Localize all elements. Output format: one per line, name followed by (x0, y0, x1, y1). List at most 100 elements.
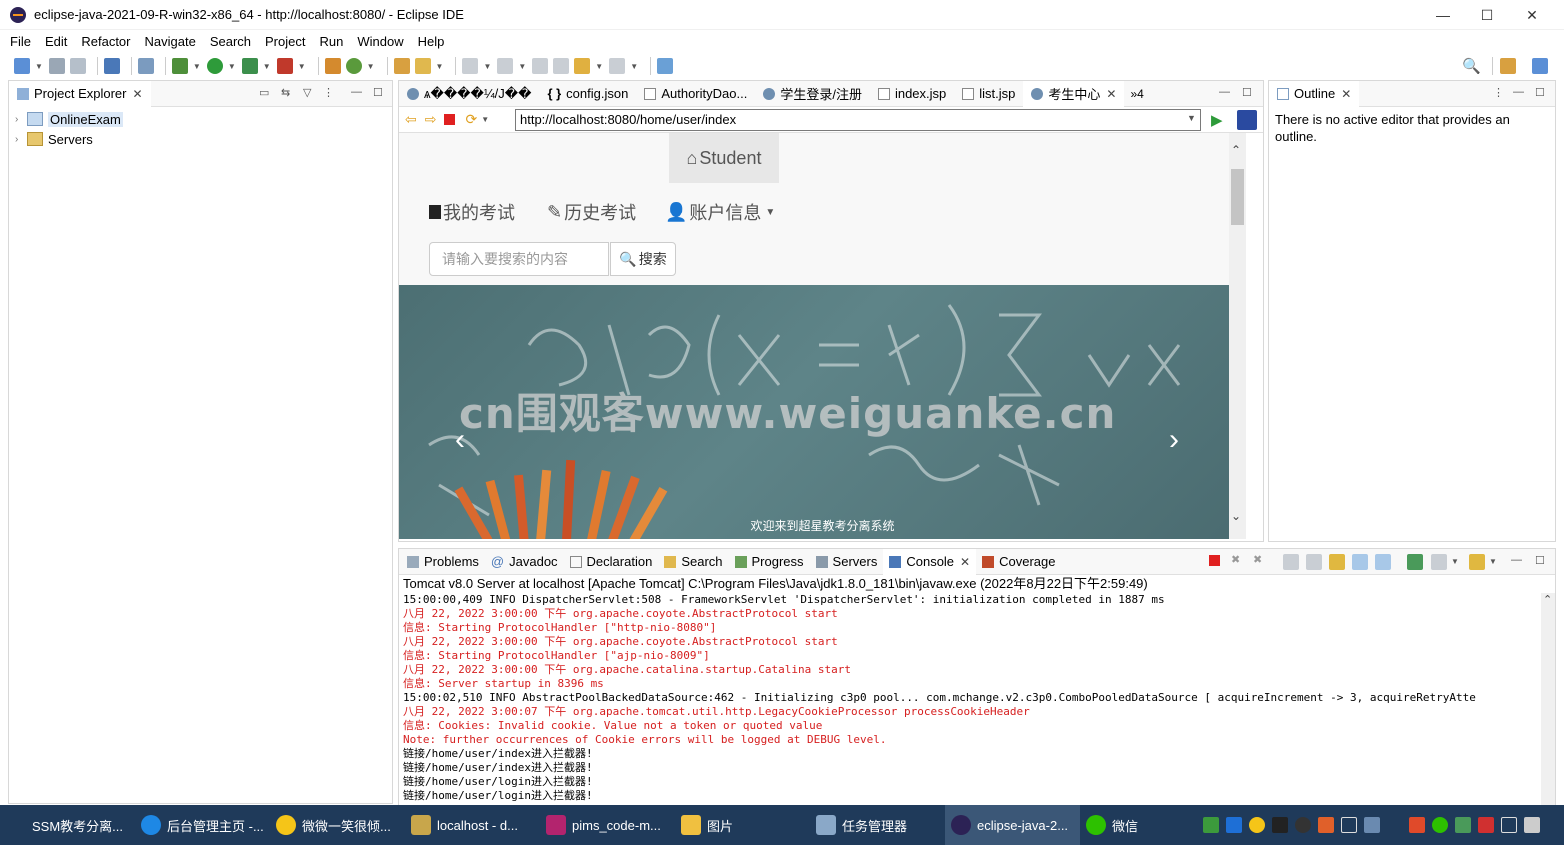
tray-icon[interactable] (1203, 817, 1219, 833)
page-scrollbar[interactable]: ⌃ ⌄ (1229, 133, 1246, 539)
back-dropdown-icon[interactable]: ▼ (595, 62, 603, 71)
menu-navigate[interactable]: Navigate (145, 34, 196, 49)
view-menu-icon[interactable]: ⋮ (323, 86, 334, 99)
next-annotation-dropdown-icon[interactable]: ▼ (483, 62, 491, 71)
remove-launch-icon[interactable]: ✖ (1231, 553, 1240, 566)
taskbar-item[interactable]: 微信 (1080, 805, 1215, 845)
open-external-browser-icon[interactable] (1237, 110, 1257, 130)
external-tools-icon[interactable] (276, 58, 293, 74)
save-all-icon[interactable] (69, 58, 86, 74)
external-tools-dropdown-icon[interactable]: ▼ (298, 62, 306, 71)
close-button[interactable]: ✕ (1509, 0, 1555, 30)
network-icon[interactable] (1364, 817, 1380, 833)
terminal-icon[interactable] (103, 58, 120, 74)
taskbar-item-active[interactable]: eclipse-java-2... (945, 805, 1080, 845)
editor-tab[interactable]: list.jsp (954, 81, 1023, 107)
search-tool-icon[interactable] (414, 58, 431, 74)
forward-edit-icon[interactable] (553, 58, 570, 74)
editor-tab[interactable]: index.jsp (870, 81, 954, 107)
taskbar-item[interactable]: 后台管理主页 -... (135, 805, 270, 845)
taskbar-item[interactable]: 图片 (675, 805, 810, 845)
shield-icon[interactable] (1455, 817, 1471, 833)
console-scrollbar[interactable]: ⌃ (1541, 593, 1555, 805)
maximize-view-icon[interactable]: ☐ (1535, 86, 1545, 99)
minimize-view-icon[interactable]: — (1511, 554, 1522, 566)
taskbar-item[interactable]: 微微一笑很倾... (270, 805, 405, 845)
prev-annotation-dropdown-icon[interactable]: ▼ (518, 62, 526, 71)
refresh-icon[interactable]: ⟳ (465, 111, 477, 128)
open-type-icon[interactable] (393, 58, 410, 74)
tab-javadoc[interactable]: @ Javadoc (485, 549, 564, 575)
menu-project[interactable]: Project (265, 34, 305, 49)
menu-run[interactable]: Run (319, 34, 343, 49)
editor-tab-active[interactable]: 考生中心 ✕ (1023, 80, 1125, 107)
battery-icon[interactable] (1501, 817, 1517, 833)
wechat-tray-icon[interactable] (1432, 817, 1448, 833)
menu-window[interactable]: Window (357, 34, 403, 49)
pin-editor-icon[interactable] (657, 58, 674, 74)
display-console-icon[interactable] (1431, 554, 1447, 570)
show-stdout-icon[interactable] (1352, 554, 1368, 570)
tab-progress[interactable]: Progress (729, 549, 810, 575)
tray-icon[interactable] (1272, 817, 1288, 833)
editor-tab[interactable]: AuthorityDao... (636, 81, 755, 107)
display-console-dropdown-icon[interactable]: ▼ (1451, 557, 1459, 566)
stop-icon[interactable] (444, 114, 456, 125)
remove-all-icon[interactable]: ✖ (1253, 553, 1262, 566)
terminate-icon[interactable] (1209, 555, 1220, 566)
taskbar-item[interactable]: 任务管理器 (810, 805, 945, 845)
open-perspective-icon[interactable] (1500, 58, 1516, 74)
search-input[interactable]: 请输入要搜索的内容 (429, 242, 609, 276)
tree-item-servers[interactable]: › Servers (9, 129, 392, 149)
run-icon[interactable] (206, 58, 223, 74)
refresh-dropdown-icon[interactable]: ▼ (481, 115, 489, 124)
tray-icon[interactable] (1478, 817, 1494, 833)
debug-icon[interactable] (171, 58, 188, 74)
nav-exam-history[interactable]: ✎ 历史考试 (547, 199, 636, 225)
maximize-view-icon[interactable]: ☐ (373, 86, 383, 99)
new-class-icon[interactable] (345, 58, 362, 74)
url-input[interactable]: http://localhost:8080/home/user/index (515, 109, 1201, 131)
url-dropdown-icon[interactable]: ▼ (1187, 113, 1196, 123)
menu-search[interactable]: Search (210, 34, 251, 49)
coverage-icon[interactable] (241, 58, 258, 74)
open-console-dropdown-icon[interactable]: ▼ (1489, 557, 1497, 566)
qq-icon[interactable] (1295, 817, 1311, 833)
close-icon[interactable]: ✕ (1341, 87, 1351, 101)
save-icon[interactable] (48, 58, 65, 74)
menu-edit[interactable]: Edit (45, 34, 67, 49)
tray-icon[interactable] (1318, 817, 1334, 833)
tab-console[interactable]: Console ✕ (883, 548, 977, 575)
tab-search[interactable]: Search (658, 549, 728, 575)
menu-file[interactable]: File (10, 34, 31, 49)
minimize-view-icon[interactable]: — (1513, 86, 1524, 98)
search-button[interactable]: 🔍 搜索 (610, 242, 676, 276)
tray-icon[interactable] (1409, 817, 1425, 833)
maximize-view-icon[interactable]: ☐ (1242, 86, 1252, 99)
scrollbar-thumb[interactable] (1231, 169, 1244, 225)
next-annotation-icon[interactable] (462, 58, 479, 74)
editor-tab[interactable]: { } config.json (539, 81, 636, 107)
tab-declaration[interactable]: Declaration (564, 549, 659, 575)
maximize-view-icon[interactable]: ☐ (1535, 554, 1545, 567)
tray-icon[interactable] (1341, 817, 1357, 833)
back-icon[interactable] (574, 58, 591, 74)
new-icon[interactable] (14, 58, 30, 74)
new-class-dropdown-icon[interactable]: ▼ (367, 62, 375, 71)
scroll-lock-icon[interactable] (1306, 554, 1322, 570)
taskbar-item[interactable]: localhost - d... (405, 805, 540, 845)
search-tool-dropdown-icon[interactable]: ▼ (436, 62, 444, 71)
tab-project-explorer[interactable]: Project Explorer ✕ (9, 80, 151, 107)
menu-help[interactable]: Help (418, 34, 445, 49)
carousel-next-icon[interactable]: › (1169, 423, 1179, 457)
forward-dropdown-icon[interactable]: ▼ (630, 62, 638, 71)
tree-item-onlineexam[interactable]: › OnlineExam (9, 109, 392, 129)
minimize-view-icon[interactable]: — (1219, 86, 1230, 98)
run-dropdown-icon[interactable]: ▼ (228, 62, 236, 71)
word-wrap-icon[interactable] (1329, 554, 1345, 570)
tab-overflow-button[interactable]: »4 (1130, 87, 1143, 101)
forward-icon[interactable] (609, 58, 626, 74)
tray-icon[interactable] (1249, 817, 1265, 833)
close-icon[interactable]: ✕ (960, 555, 970, 569)
java-perspective-icon[interactable] (1532, 58, 1548, 74)
